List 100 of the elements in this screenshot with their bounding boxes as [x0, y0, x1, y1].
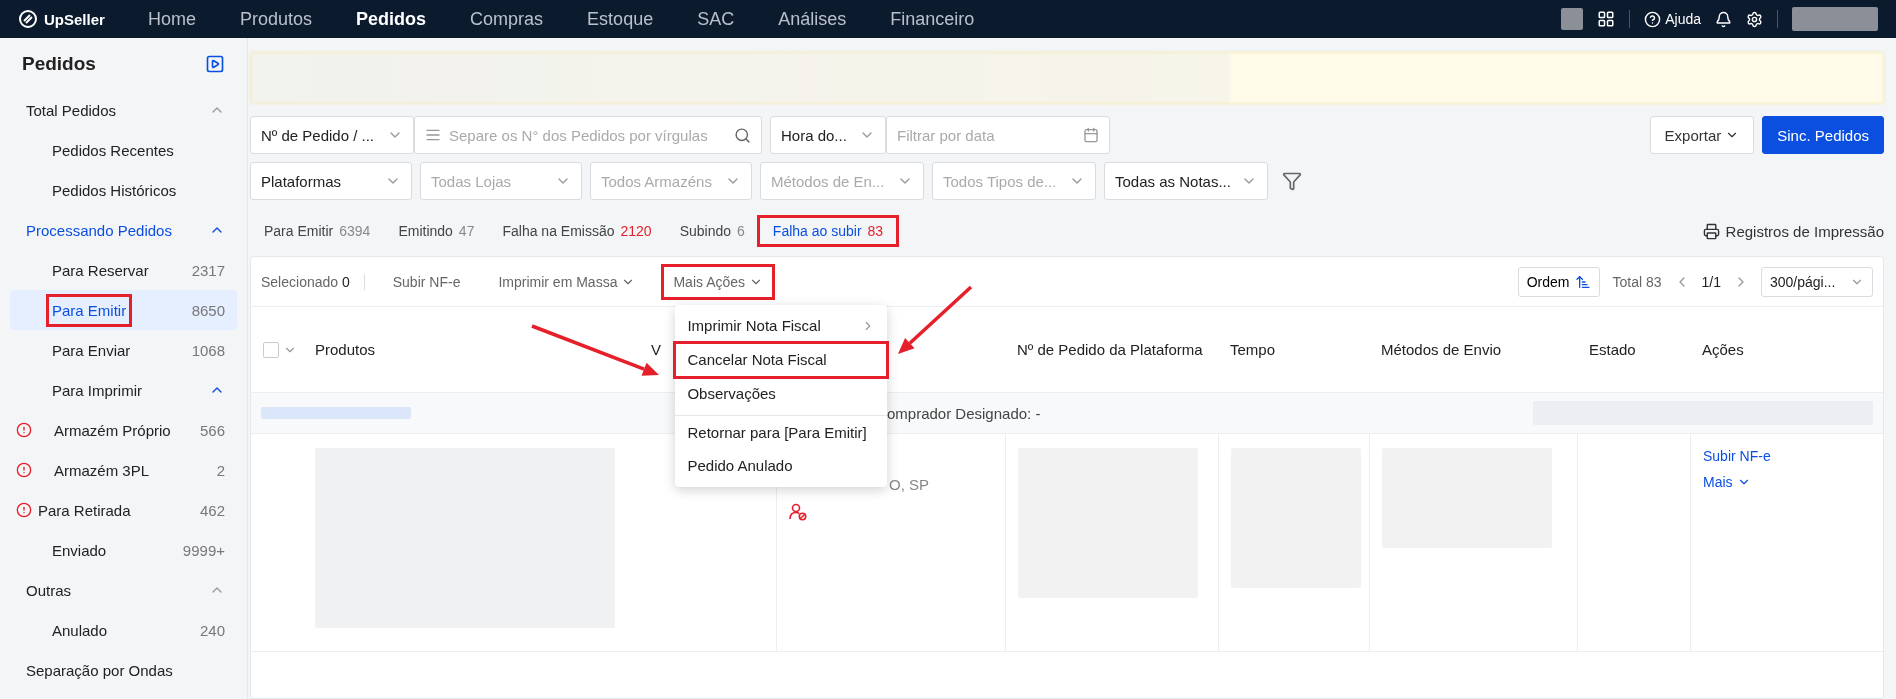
status-tab[interactable]: Subindo 6 [665, 217, 759, 245]
select-field[interactable]: Nº de Pedido / ... [250, 116, 414, 154]
sidebar-label: Para Imprimir [51, 380, 143, 401]
total-count: Total 83 [1612, 273, 1662, 290]
nav-item[interactable]: Estoque [587, 8, 654, 30]
notification-bell-icon[interactable] [1715, 10, 1732, 28]
address-text: O, SP [889, 476, 930, 493]
print-records-link[interactable]: Registros de Impressão [1702, 222, 1884, 240]
sidebar-item[interactable]: Outras [10, 570, 237, 610]
sidebar-item[interactable]: Anulado 240 [10, 610, 237, 650]
column-header: Estado [1589, 340, 1636, 358]
column-header: Nº de Pedido da Plataforma [1017, 340, 1203, 358]
selected-count: Selecionado 0 [261, 273, 365, 290]
status-tab[interactable]: Emitindo 47 [384, 217, 489, 245]
warning-icon [16, 422, 32, 438]
field-placeholder: Filtrar por data [897, 126, 995, 144]
status-tab[interactable]: Para Emitir 6394 [250, 217, 385, 245]
sidebar-label: Total Pedidos [25, 100, 118, 121]
sidebar-item[interactable]: Para Reservar 2317 [10, 250, 237, 290]
sidebar-label: Processando Pedidos [25, 220, 173, 241]
sidebar-label: Armazém Próprio [53, 420, 172, 441]
buyer-label: omprador Designado: - [887, 404, 1041, 422]
settings-icon[interactable] [1746, 10, 1763, 28]
nav-item[interactable]: SAC [697, 8, 735, 30]
field-placeholder: Todas Lojas [431, 172, 512, 190]
sidebar-item[interactable]: Para Imprimir [10, 370, 237, 410]
item-count: 2 [216, 461, 225, 479]
sidebar-item[interactable]: Processando Pedidos [10, 210, 237, 250]
nav-item[interactable]: Compras [470, 8, 544, 30]
select-field[interactable]: Hora do... [770, 116, 886, 154]
select-all-checkbox[interactable] [263, 341, 279, 358]
sidebar-label: Pedidos Recentes [51, 140, 175, 161]
item-count: 8650 [191, 301, 225, 319]
page-indicator: 1/1 [1701, 273, 1721, 290]
column-header: Produtos [315, 340, 376, 358]
menu-item[interactable]: Cancelar Nota Fiscal [675, 342, 888, 377]
menu-item[interactable]: Imprimir Nota Fiscal [675, 308, 888, 343]
logo-icon [18, 9, 38, 29]
sidebar-item[interactable]: Armazém Próprio 566 [10, 410, 237, 450]
sidebar-item[interactable]: Para Emitir 8650 [10, 290, 237, 330]
select-field[interactable]: Todas as Notas... [1104, 162, 1268, 200]
menu-item[interactable]: Pedido Anulado [675, 448, 888, 483]
sidebar-label: Para Enviar [51, 340, 132, 361]
sidebar-item[interactable]: Armazém 3PL 2 [10, 450, 237, 490]
page-size-select[interactable]: 300/pági... [1761, 266, 1873, 297]
sidebar-label: Enviado [51, 540, 108, 561]
apps-grid-icon[interactable] [1597, 10, 1616, 28]
blurred-content [1561, 8, 1584, 30]
action-link[interactable]: Subir NF-e [1703, 448, 1871, 464]
toolbar-button[interactable]: Subir NF-e [382, 265, 471, 298]
nav-item[interactable]: Análises [778, 8, 847, 30]
sidebar-item[interactable]: Para Enviar 1068 [10, 330, 237, 370]
calendar-icon [1083, 127, 1099, 143]
search-icon [734, 126, 751, 144]
video-play-icon[interactable] [205, 54, 225, 74]
nav-item[interactable]: Home [148, 8, 196, 30]
field-value: Hora do... [781, 126, 847, 144]
sidebar-item[interactable]: Separação por Ondas [10, 650, 237, 690]
sidebar-label: Para Retirada [37, 500, 132, 521]
select-field[interactable]: Plataformas [250, 162, 412, 200]
sidebar-title: Pedidos [22, 53, 96, 75]
sidebar-label: Separação por Ondas [25, 660, 174, 681]
sidebar-label: Outras [25, 580, 72, 601]
user-blocked-icon [789, 503, 807, 521]
sidebar-item[interactable]: Total Pedidos [10, 90, 237, 130]
nav-item[interactable]: Financeiro [890, 8, 975, 30]
sidebar-label: Para Reservar [51, 260, 150, 281]
nav-item[interactable]: Produtos [240, 8, 313, 30]
field-placeholder: Todos Armazéns [601, 172, 712, 190]
order-button[interactable]: Ordem [1517, 266, 1601, 297]
item-count: 566 [199, 421, 225, 439]
toolbar-button[interactable]: Mais Ações [663, 265, 774, 298]
filter-icon[interactable] [1282, 171, 1302, 191]
sidebar-item[interactable]: Enviado 9999+ [10, 530, 237, 570]
printer-icon [1702, 222, 1720, 240]
action-link[interactable]: Mais [1703, 474, 1871, 490]
sidebar-item[interactable]: Para Retirada 462 [10, 490, 237, 530]
item-count: 240 [199, 621, 225, 639]
warning-icon [16, 502, 32, 518]
toolbar-button[interactable]: Imprimir em Massa [488, 265, 646, 298]
help-link[interactable]: Ajuda [1644, 10, 1701, 28]
sidebar-label: Pedidos Históricos [51, 180, 178, 201]
status-tab[interactable]: Falha ao subir 83 [758, 217, 898, 245]
nav-item[interactable]: Pedidos [356, 8, 427, 30]
field-placeholder: Todos Tipos de... [943, 172, 1057, 190]
menu-item[interactable]: Observações [675, 376, 888, 411]
field-value: Todas as Notas... [1115, 172, 1231, 190]
item-count: 462 [199, 501, 225, 519]
sort-icon [1575, 273, 1592, 290]
sidebar-label: Anulado [51, 620, 109, 641]
sidebar-label: Para Emitir [48, 295, 131, 325]
column-header: Ações [1702, 340, 1744, 358]
field-placeholder: Métodos de En... [771, 172, 885, 190]
status-tab[interactable]: Falha na Emissão 2120 [488, 217, 666, 245]
sidebar-item[interactable]: Pedidos Históricos [10, 170, 237, 210]
sync-button[interactable]: Sinc. Pedidos [1762, 116, 1884, 154]
column-header: V [651, 340, 661, 358]
sidebar-item[interactable]: Pedidos Recentes [10, 130, 237, 170]
export-button[interactable]: Exportar [1649, 116, 1755, 154]
item-count: 1068 [191, 341, 225, 359]
